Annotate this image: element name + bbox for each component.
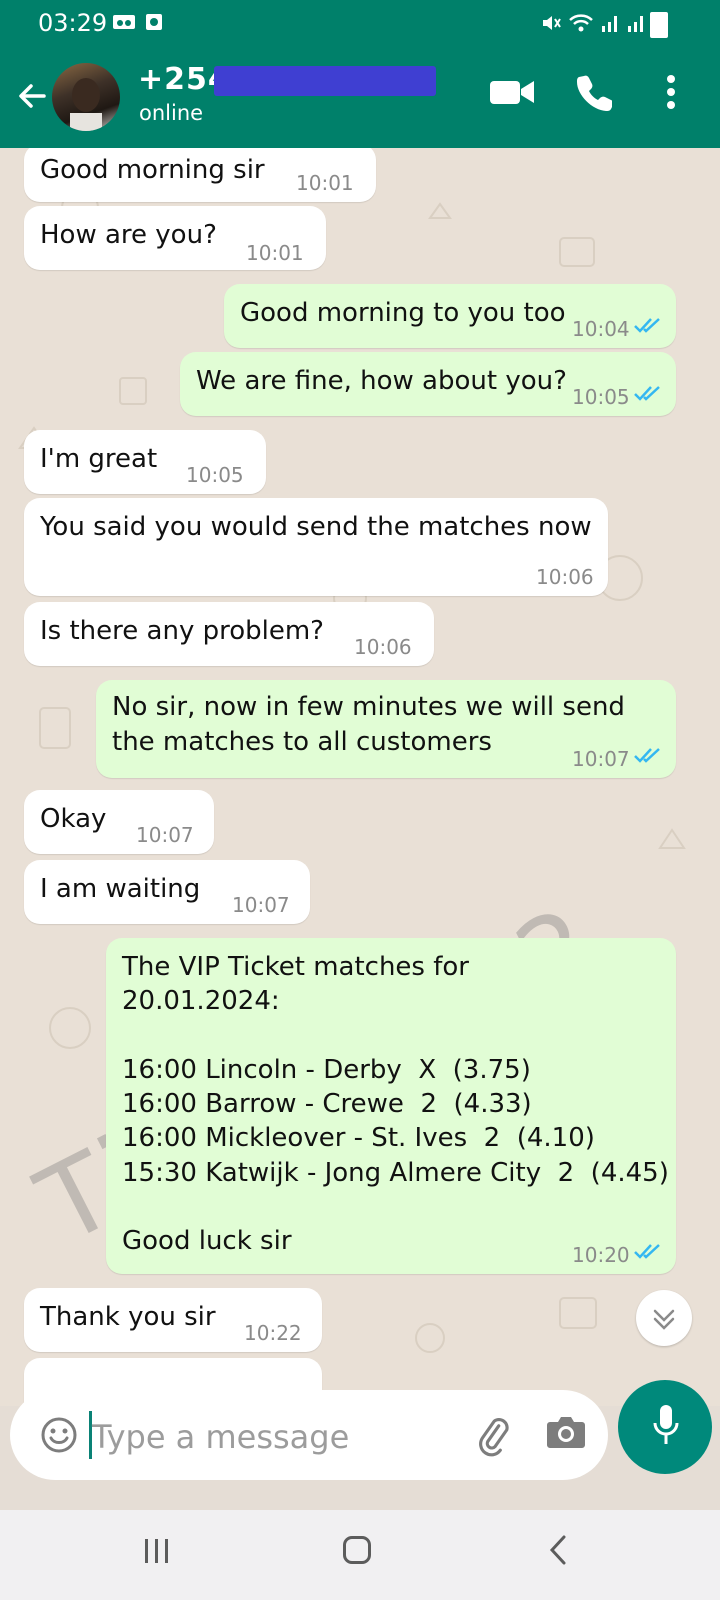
scroll-to-bottom-button[interactable] <box>636 1290 692 1346</box>
composer-bar: Type a message <box>0 1380 720 1508</box>
message-time: 10:05 <box>186 463 244 487</box>
system-navigation-bar <box>0 1510 720 1600</box>
message-text: Is there any problem? <box>40 616 324 646</box>
message-time: 10:07 <box>232 893 290 917</box>
message-bubble-outgoing[interactable]: Good morning to you too 10:04 <box>224 284 676 348</box>
message-bubble-incoming[interactable]: How are you? 10:01 <box>24 206 326 270</box>
wifi-icon <box>569 14 593 32</box>
message-text: I'm great <box>40 444 158 474</box>
message-time: 10:06 <box>354 635 412 659</box>
contact-status: online <box>139 101 204 125</box>
message-time: 10:07 <box>136 823 194 847</box>
message-time: 10:20 <box>572 1243 630 1267</box>
message-text: Okay <box>40 804 107 834</box>
message-text: How are you? <box>40 220 217 250</box>
message-text: The VIP Ticket matches for 20.01.2024: 1… <box>122 952 669 1257</box>
message-bubble-incoming[interactable]: Is there any problem? 10:06 <box>24 602 434 666</box>
microphone-icon <box>653 1405 679 1444</box>
signal-icon-2 <box>628 16 643 32</box>
message-time: 10:07 <box>572 747 630 771</box>
emoji-icon[interactable] <box>40 1416 78 1454</box>
message-text: Good morning to you too <box>240 298 566 328</box>
message-text: No sir, now in few minutes we will send … <box>112 692 625 757</box>
message-bubble-outgoing[interactable]: No sir, now in few minutes we will send … <box>96 680 676 778</box>
signal-icon-1 <box>602 16 617 32</box>
message-text: Thank you sir <box>40 1302 216 1332</box>
screenshot-icon <box>146 14 162 30</box>
message-time: 10:01 <box>296 171 354 195</box>
avatar[interactable] <box>52 63 120 131</box>
message-input[interactable]: Type a message <box>10 1390 608 1480</box>
battery-icon <box>650 12 668 38</box>
redacted-phone-number <box>214 66 436 96</box>
message-bubble-outgoing[interactable]: We are fine, how about you? 10:05 <box>180 352 676 416</box>
message-text: I am waiting <box>40 874 201 904</box>
chat-header: +254 online <box>0 46 720 148</box>
recent-apps-icon[interactable] <box>143 1537 171 1565</box>
message-time: 10:22 <box>244 1321 302 1345</box>
read-receipt-icon <box>634 386 660 401</box>
mute-icon <box>543 16 561 30</box>
message-bubble-incoming[interactable]: I am waiting 10:07 <box>24 860 310 924</box>
message-text: You said you would send the matches now <box>40 512 592 542</box>
status-bar: 03:29 <box>0 0 720 46</box>
double-chevron-down-icon <box>653 1309 675 1330</box>
more-options-icon[interactable] <box>666 74 676 110</box>
voice-message-button[interactable] <box>618 1380 712 1474</box>
message-text: Good morning sir <box>40 155 265 185</box>
read-receipt-icon <box>634 1244 660 1259</box>
message-bubble-incoming[interactable]: Thank you sir 10:22 <box>24 1288 322 1352</box>
read-receipt-icon <box>634 318 660 333</box>
status-time: 03:29 <box>38 9 108 37</box>
read-receipt-icon <box>634 748 660 763</box>
message-time: 10:01 <box>246 241 304 265</box>
attach-icon[interactable] <box>472 1416 516 1460</box>
camera-icon[interactable] <box>546 1414 586 1450</box>
message-bubble-incoming[interactable]: Good morning sir 10:01 <box>24 148 376 202</box>
voicemail-icon <box>113 15 135 29</box>
message-bubble-outgoing[interactable]: The VIP Ticket matches for 20.01.2024: 1… <box>106 938 676 1274</box>
message-placeholder: Type a message <box>92 1418 350 1456</box>
message-bubble-incoming[interactable]: Okay 10:07 <box>24 790 214 854</box>
back-arrow-icon[interactable] <box>14 78 50 114</box>
message-bubble-incoming[interactable]: You said you would send the matches now … <box>24 498 608 596</box>
chat-area[interactable]: Ticket-1x2 Good morning sir 10:01 How ar… <box>0 148 720 1406</box>
video-call-icon[interactable] <box>490 77 536 107</box>
message-time: 10:06 <box>536 565 594 589</box>
nav-back-icon[interactable] <box>548 1534 568 1566</box>
message-text: We are fine, how about you? <box>196 366 567 396</box>
message-time: 10:04 <box>572 317 630 341</box>
home-icon[interactable] <box>343 1536 371 1564</box>
voice-call-icon[interactable] <box>576 73 612 111</box>
message-bubble-incoming[interactable]: I'm great 10:05 <box>24 430 266 494</box>
message-time: 10:05 <box>572 385 630 409</box>
